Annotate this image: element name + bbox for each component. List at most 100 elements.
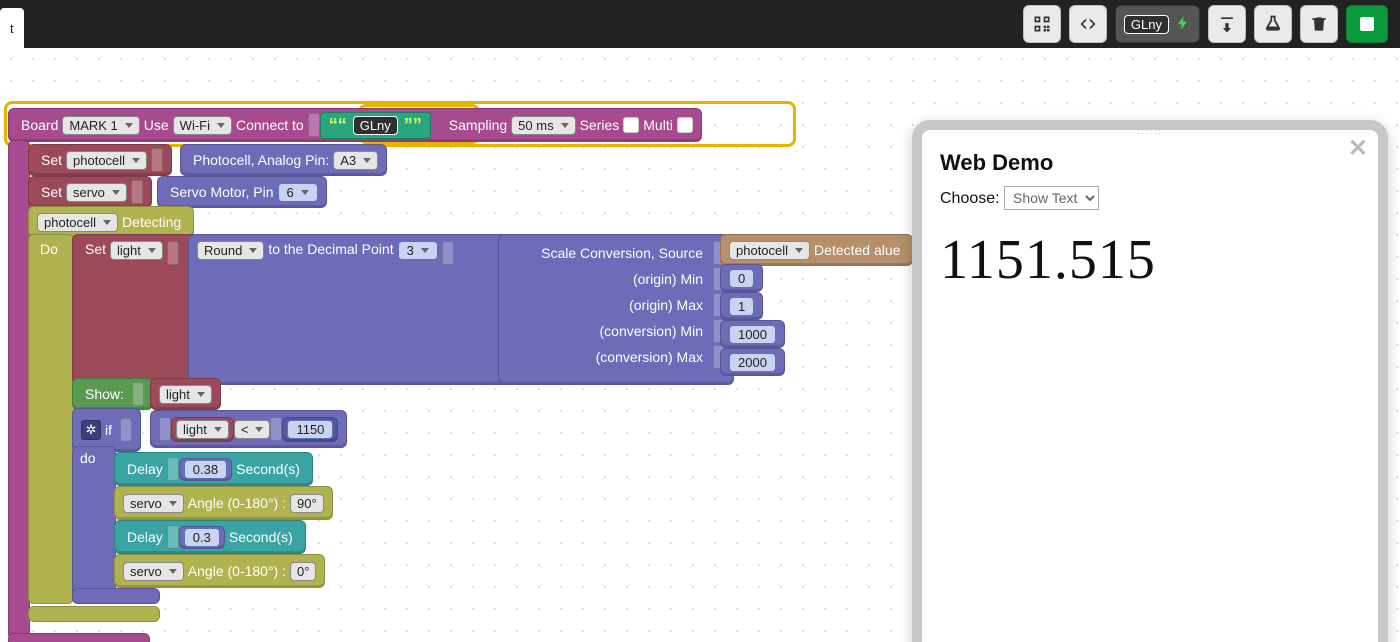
label-set-light: Set xyxy=(81,241,110,257)
web-demo-panel[interactable]: :::::: :::::: ✕ Web Demo Choose: Show Te… xyxy=(912,120,1388,642)
socket xyxy=(167,457,179,481)
do-text: Do xyxy=(36,241,62,257)
round-block[interactable]: Round to the Decimal Point 3 xyxy=(188,234,510,385)
label-sampling: Sampling xyxy=(445,117,511,133)
output-value: 1151.515 xyxy=(940,228,1360,292)
multi-checkbox[interactable] xyxy=(677,117,693,133)
socket xyxy=(167,525,179,549)
photocell-pin-block[interactable]: Photocell, Analog Pin: A3 xyxy=(180,144,387,176)
scale-conv-max-value[interactable]: 2000 xyxy=(720,348,785,376)
code-icon xyxy=(1078,14,1098,34)
var-pc-detecting[interactable]: photocell xyxy=(37,213,118,232)
scale-conv-min-value[interactable]: 1000 xyxy=(720,320,785,348)
val-conv-max[interactable]: 2000 xyxy=(729,353,776,372)
run-button[interactable] xyxy=(1346,5,1388,43)
scale-origin-min-value[interactable]: 0 xyxy=(720,264,763,292)
if-foot-stub xyxy=(72,588,160,604)
delay2-valwrap[interactable]: 0.3 xyxy=(179,526,225,549)
import-button[interactable] xyxy=(1208,5,1246,43)
set-photocell-block[interactable]: Set photocell xyxy=(28,144,172,176)
compare-op[interactable]: < xyxy=(234,420,271,439)
label-connectto: Connect to xyxy=(232,117,308,133)
servo2-value[interactable]: 0° xyxy=(290,562,316,581)
trash-button[interactable] xyxy=(1300,5,1338,43)
label-set2: Set xyxy=(37,184,66,200)
compare-lhs[interactable]: light xyxy=(171,417,234,442)
servo-pin-select[interactable]: 6 xyxy=(278,183,318,202)
compare-rhs[interactable]: 1150 xyxy=(287,420,333,439)
scale-source-block[interactable]: photocell Detected alue xyxy=(720,234,913,266)
label-servo-pin: Servo Motor, Pin xyxy=(166,184,278,200)
compare-var[interactable]: light xyxy=(176,420,229,439)
set-light-block[interactable]: Set light xyxy=(72,234,200,385)
use-select[interactable]: Wi-Fi xyxy=(173,116,232,135)
socket xyxy=(159,417,171,441)
qr-button[interactable] xyxy=(1023,5,1061,43)
val-conv-min[interactable]: 1000 xyxy=(729,325,776,344)
delay1-valwrap[interactable]: 0.38 xyxy=(179,458,232,481)
set-servo-block[interactable]: Set servo xyxy=(28,176,152,208)
panel-grip-top[interactable]: :::::: xyxy=(1120,127,1180,133)
show-var[interactable]: light xyxy=(159,385,212,404)
show-var-block[interactable]: light xyxy=(150,378,221,410)
choose-select[interactable]: Show Text xyxy=(1004,186,1099,210)
var-servo[interactable]: servo xyxy=(66,183,127,202)
experiment-button[interactable] xyxy=(1254,5,1292,43)
servo1-var[interactable]: servo xyxy=(123,494,184,513)
delay-block-1[interactable]: Delay 0.38 Second(s) xyxy=(114,452,313,486)
label-show: Show: xyxy=(81,386,128,402)
scale-src-label: Detected alue xyxy=(810,242,904,258)
device-badge: GLny xyxy=(1124,15,1169,34)
var-photocell[interactable]: photocell xyxy=(66,151,147,170)
code-button[interactable] xyxy=(1069,5,1107,43)
delay-block-2[interactable]: Delay 0.3 Second(s) xyxy=(114,520,306,554)
val-origin-max[interactable]: 1 xyxy=(729,297,754,316)
var-light[interactable]: light xyxy=(110,241,163,260)
compare-block[interactable]: light < 1150 xyxy=(150,410,347,448)
round-select[interactable]: Round xyxy=(197,241,264,260)
scale-block[interactable]: Scale Conversion, Source (origin) Min (o… xyxy=(498,234,734,385)
round-places[interactable]: 3 xyxy=(398,241,438,260)
val-origin-min[interactable]: 0 xyxy=(729,269,754,288)
quote-close-icon: ”” xyxy=(402,115,424,136)
delay2-value[interactable]: 0.3 xyxy=(184,528,220,547)
show-block[interactable]: Show: xyxy=(72,378,153,410)
connect-slot[interactable]: ““ GLny ”” xyxy=(320,112,431,139)
scale-src-var[interactable]: photocell xyxy=(729,241,810,260)
panel-close-button[interactable]: ✕ xyxy=(1348,134,1368,163)
label-if: if xyxy=(101,422,116,438)
servo2-var[interactable]: servo xyxy=(123,562,184,581)
socket xyxy=(120,418,132,442)
servo2-label: Angle (0-180°) : xyxy=(184,563,290,579)
label-detecting: Detecting xyxy=(118,214,185,230)
sampling-select[interactable]: 50 ms xyxy=(511,116,575,135)
photocell-pin-select[interactable]: A3 xyxy=(333,151,378,170)
scale-origin-max-value[interactable]: 1 xyxy=(720,292,763,320)
label-do: do xyxy=(80,450,96,466)
gear-icon[interactable] xyxy=(81,420,101,440)
servo-angle-block-1[interactable]: servo Angle (0-180°) : 90° xyxy=(114,486,333,520)
servo1-label: Angle (0-180°) : xyxy=(184,495,290,511)
project-tab[interactable]: t xyxy=(0,8,24,48)
board-config-block[interactable]: Board MARK 1 Use Wi-Fi Connect to ““ GLn… xyxy=(8,108,702,142)
servo1-value[interactable]: 90° xyxy=(290,494,324,513)
device-chip[interactable]: GLny xyxy=(1115,5,1200,43)
delay1-value[interactable]: 0.38 xyxy=(184,460,227,479)
board-select[interactable]: MARK 1 xyxy=(62,116,139,135)
blockly-workspace[interactable]: Board MARK 1 Use Wi-Fi Connect to ““ GLn… xyxy=(0,48,1400,642)
project-tab-label: t xyxy=(10,21,14,36)
label-board: Board xyxy=(17,117,62,133)
choose-label: Choose: xyxy=(940,190,1000,207)
label-use: Use xyxy=(140,117,173,133)
label-origin-max: (origin) Max xyxy=(625,297,707,313)
label-photocell-pin: Photocell, Analog Pin: xyxy=(189,152,333,168)
servo-pin-block[interactable]: Servo Motor, Pin 6 xyxy=(157,176,327,208)
servo-angle-block-2[interactable]: servo Angle (0-180°) : 0° xyxy=(114,554,325,588)
socket xyxy=(151,148,163,172)
series-checkbox[interactable] xyxy=(623,117,639,133)
socket xyxy=(131,180,143,204)
quote-open-icon: ““ xyxy=(327,115,349,136)
flask-icon xyxy=(1263,14,1283,34)
socket xyxy=(270,417,282,441)
compare-rhs-wrap[interactable]: 1150 xyxy=(282,417,338,442)
